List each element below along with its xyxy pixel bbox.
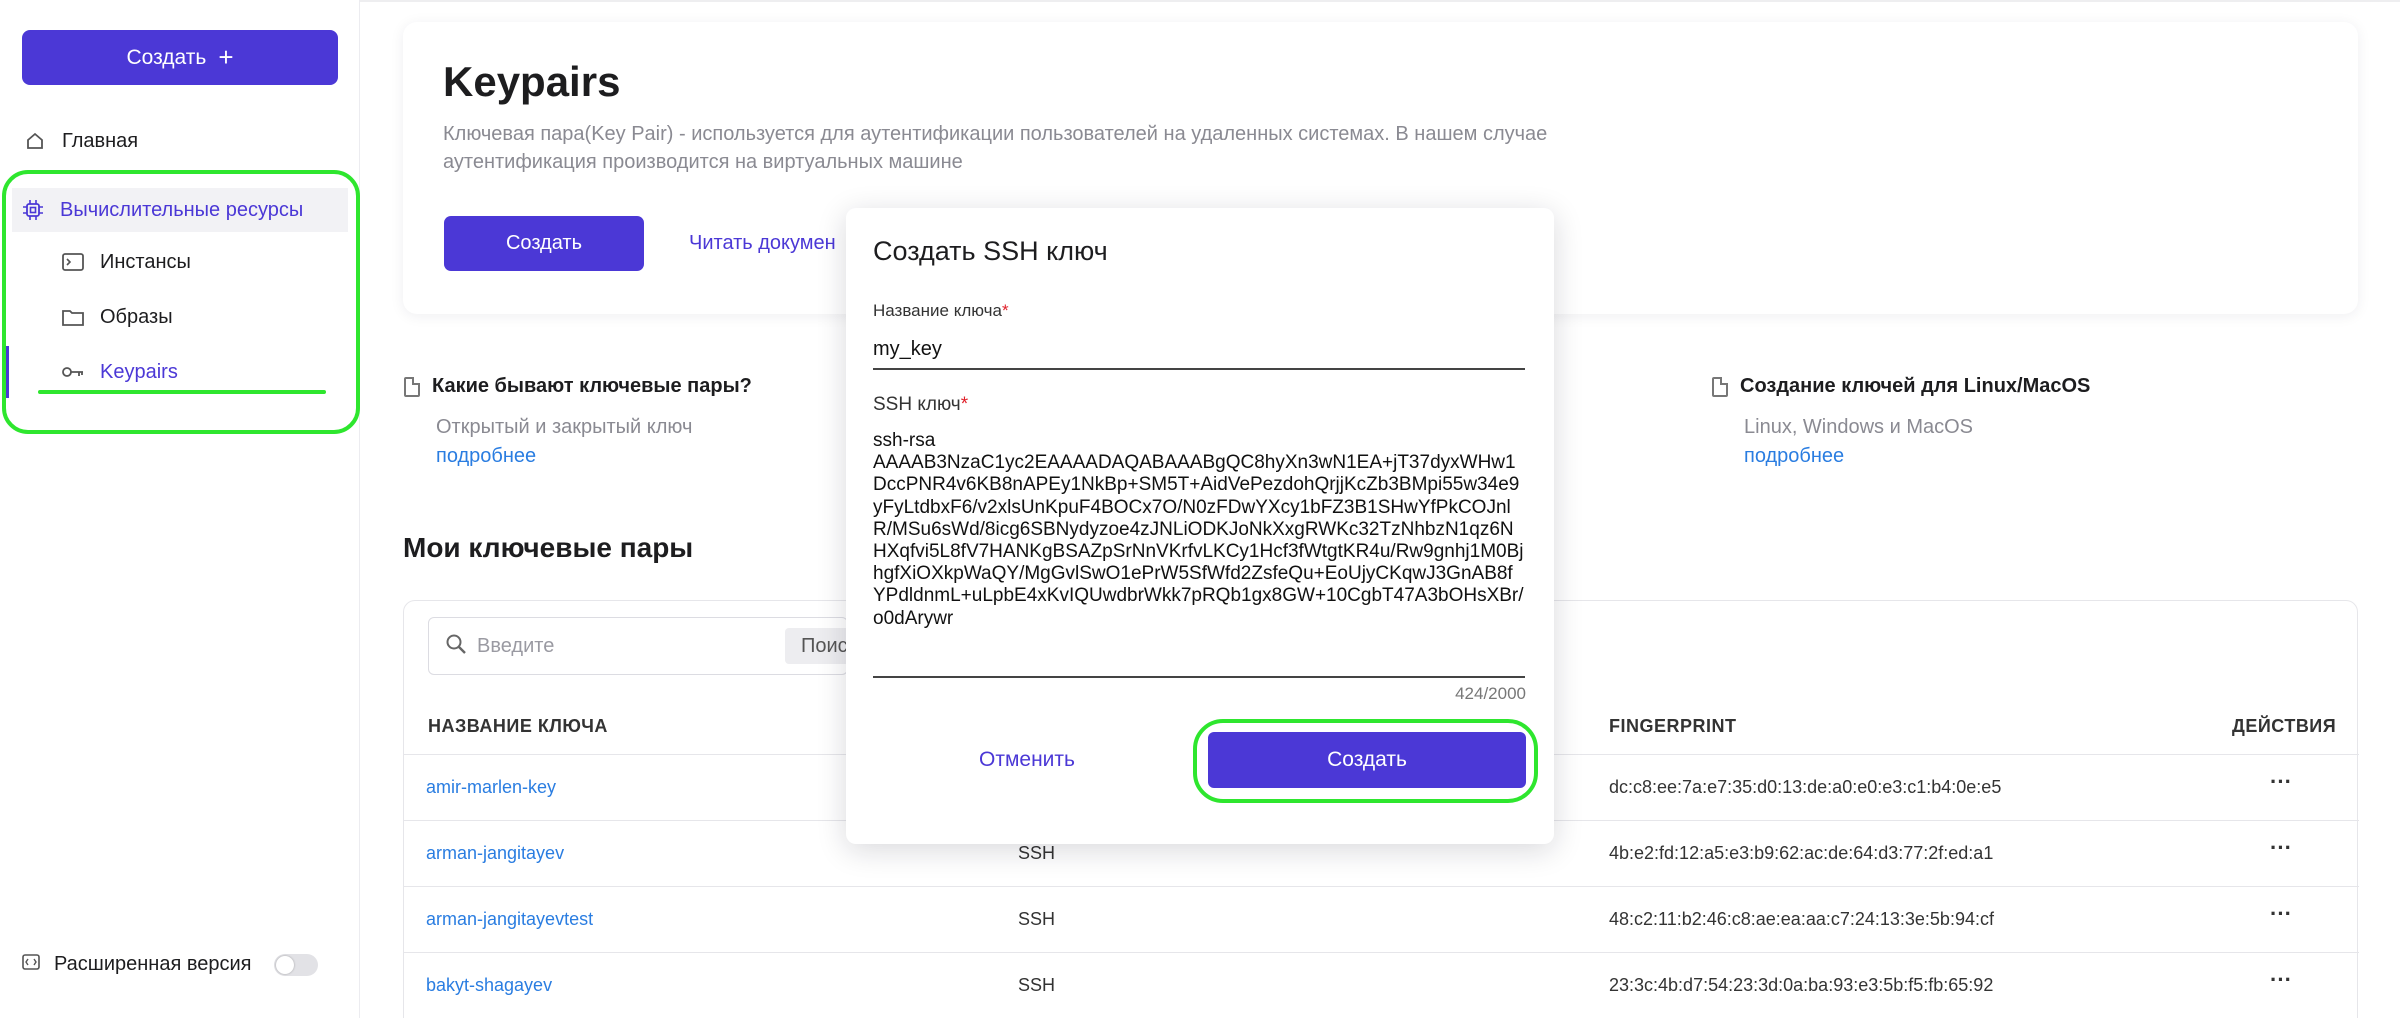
search-icon bbox=[445, 633, 467, 660]
info-title: Какие бывают ключевые пары? bbox=[432, 375, 752, 397]
key-name-field[interactable] bbox=[873, 330, 1525, 370]
key-fingerprint: 4b:e2:fd:12:a5:e3:b9:62:ac:de:64:d3:77:2… bbox=[1609, 843, 1994, 863]
key-name-link[interactable]: arman-jangitayevtest bbox=[426, 909, 593, 930]
table-row: bakyt-shagayev SSH 23:3c:4b:d7:54:23:3d:… bbox=[404, 952, 2359, 1018]
info-block-linux-macos: Создание ключей для Linux/MacOS Linux, W… bbox=[1712, 375, 2090, 468]
home-icon bbox=[24, 130, 46, 152]
sidebar-item-home[interactable]: Главная bbox=[24, 128, 138, 154]
code-icon bbox=[22, 953, 40, 976]
key-type: SSH bbox=[1018, 843, 1056, 863]
sidebar-item-label: Главная bbox=[62, 129, 139, 152]
key-fingerprint: 23:3c:4b:d7:54:23:3d:0a:ba:93:e3:5b:f5:f… bbox=[1609, 975, 1994, 995]
dialog-title: Создать SSH ключ bbox=[873, 236, 1108, 266]
hero-create-label: Создать bbox=[505, 232, 582, 254]
extended-version-label: Расширенная версия bbox=[54, 953, 252, 975]
row-actions-menu-icon[interactable]: ··· bbox=[2270, 967, 2292, 993]
row-actions-menu-icon[interactable]: ··· bbox=[2270, 835, 2292, 861]
page-description: Ключевая пара(Key Pair) - используется д… bbox=[443, 123, 1548, 173]
row-actions-menu-icon[interactable]: ··· bbox=[2270, 901, 2292, 927]
key-fingerprint: 48:c2:11:b2:46:c8:ae:ea:aa:c7:24:13:3e:5… bbox=[1609, 909, 1994, 929]
top-divider bbox=[360, 0, 2400, 2]
document-icon bbox=[404, 376, 420, 397]
key-type: SSH bbox=[1018, 909, 1056, 929]
create-button-label: Создать bbox=[126, 45, 207, 69]
document-icon bbox=[1712, 376, 1728, 397]
column-header-name: НАЗВАНИЕ КЛЮЧА bbox=[428, 716, 608, 736]
info-desc: Открытый и закрытый ключ bbox=[436, 416, 693, 438]
read-docs-link[interactable]: Читать докумен bbox=[689, 232, 836, 255]
highlight-underline-keypairs bbox=[38, 390, 326, 394]
search-input[interactable] bbox=[477, 634, 757, 658]
info-block-keypair-types: Какие бывают ключевые пары? Открытый и з… bbox=[404, 375, 752, 468]
plus-icon: + bbox=[218, 42, 234, 72]
info-more-link[interactable]: подробнее bbox=[436, 445, 752, 468]
hero-create-button[interactable]: Создать bbox=[444, 216, 644, 271]
sidebar-create-button[interactable]: Создать + bbox=[22, 30, 338, 85]
my-keypairs-title: Мои ключевые пары bbox=[403, 532, 694, 563]
info-desc: Linux, Windows и MacOS bbox=[1744, 416, 1974, 438]
key-name-label: Название ключа* bbox=[873, 301, 1009, 321]
search-box: Поиск bbox=[428, 617, 873, 675]
table-row: arman-jangitayevtest SSH 48:c2:11:b2:46:… bbox=[404, 886, 2359, 952]
key-name-link[interactable]: bakyt-shagayev bbox=[426, 975, 552, 996]
required-mark: * bbox=[960, 394, 969, 415]
extended-version-toggle[interactable] bbox=[273, 953, 318, 976]
highlight-box-sidebar bbox=[2, 170, 360, 434]
page-title: Keypairs bbox=[443, 58, 621, 105]
key-name-link[interactable]: arman-jangitayev bbox=[426, 843, 564, 864]
column-header-actions: ДЕЙСТВИЯ bbox=[2232, 716, 2337, 736]
key-fingerprint: dc:c8:ee:7a:e7:35:d0:13:de:a0:e0:e3:c1:b… bbox=[1609, 777, 2002, 797]
highlight-box-submit bbox=[1193, 719, 1538, 803]
extended-version: Расширенная версия bbox=[22, 953, 318, 976]
row-actions-menu-icon[interactable]: ··· bbox=[2270, 769, 2292, 795]
column-header-fingerprint: FINGERPRINT bbox=[1609, 716, 1737, 736]
info-title: Создание ключей для Linux/MacOS bbox=[1740, 375, 2091, 397]
ssh-key-field[interactable] bbox=[873, 430, 1525, 678]
required-mark: * bbox=[1001, 301, 1009, 320]
info-more-link[interactable]: подробнее bbox=[1744, 445, 2090, 468]
sidebar: Создать + Главная Вычислительные ресурсы… bbox=[0, 0, 360, 1018]
cancel-button[interactable]: Отменить bbox=[979, 748, 1075, 772]
key-type: SSH bbox=[1018, 975, 1056, 995]
ssh-key-label-text: SSH ключ bbox=[873, 394, 961, 415]
char-counter: 424/2000 bbox=[1455, 684, 1526, 703]
ssh-key-label: SSH ключ* bbox=[873, 394, 968, 416]
key-name-link[interactable]: amir-marlen-key bbox=[426, 777, 556, 798]
key-name-label-text: Название ключа bbox=[873, 301, 1002, 320]
